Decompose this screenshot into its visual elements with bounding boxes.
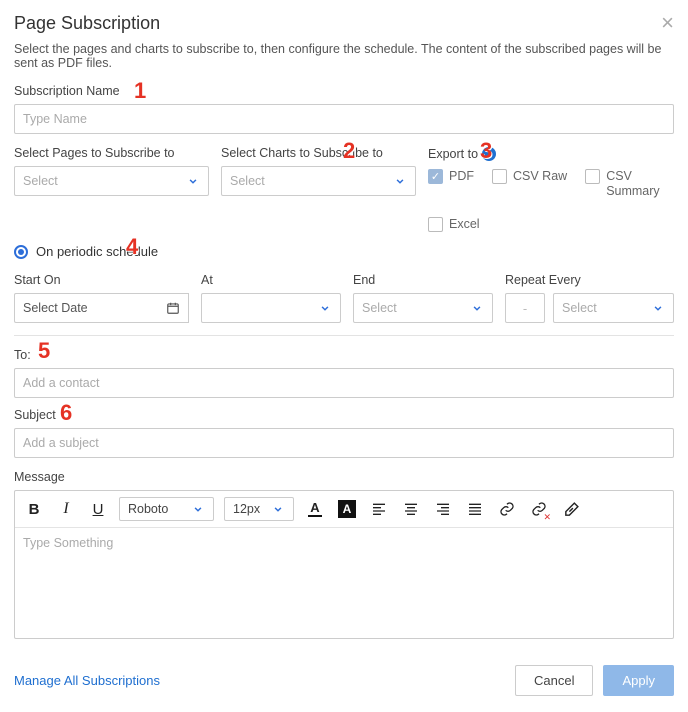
at-dropdown[interactable] <box>201 293 341 323</box>
manage-subscriptions-link[interactable]: Manage All Subscriptions <box>14 673 160 688</box>
unlink-button[interactable]: ✕ <box>528 498 550 520</box>
cancel-button[interactable]: Cancel <box>515 665 593 696</box>
end-dropdown[interactable]: Select <box>353 293 493 323</box>
select-pages-label: Select Pages to Subscribe to <box>14 146 209 160</box>
select-charts-placeholder: Select <box>230 174 265 188</box>
modal-title: Page Subscription <box>14 13 160 34</box>
checkmark-icon: ✓ <box>428 169 443 184</box>
subject-input[interactable] <box>14 428 674 458</box>
eraser-button[interactable] <box>560 498 582 520</box>
link-button[interactable] <box>496 498 518 520</box>
chevron-down-icon <box>186 174 200 188</box>
divider <box>14 335 674 336</box>
select-charts-label: Select Charts to Subscribe to <box>221 146 416 160</box>
chevron-down-icon <box>271 502 285 516</box>
bold-button[interactable]: B <box>23 498 45 520</box>
align-right-button[interactable] <box>432 498 454 520</box>
italic-button[interactable]: I <box>55 498 77 520</box>
repeat-every-label: Repeat Every <box>505 273 674 287</box>
chevron-down-icon <box>191 502 205 516</box>
subscription-name-label: Subscription Name <box>14 84 674 98</box>
message-label: Message <box>14 470 674 484</box>
subject-label: Subject <box>14 408 674 422</box>
to-label: To: <box>14 348 674 362</box>
start-on-label: Start On <box>14 273 189 287</box>
chevron-down-icon <box>470 301 484 315</box>
font-family-select[interactable]: Roboto <box>119 497 214 521</box>
repeat-unit-dropdown[interactable]: Select <box>553 293 674 323</box>
end-label: End <box>353 273 493 287</box>
export-excel-checkbox[interactable]: Excel <box>428 217 480 232</box>
repeat-count-input[interactable]: - <box>505 293 545 323</box>
close-icon[interactable]: × <box>661 12 674 34</box>
start-on-placeholder: Select Date <box>23 301 88 315</box>
info-icon[interactable]: i <box>482 147 496 161</box>
chevron-down-icon <box>393 174 407 188</box>
align-center-button[interactable] <box>400 498 422 520</box>
editor-toolbar: B I U Roboto 12px A A <box>15 491 673 528</box>
export-pdf-checkbox[interactable]: ✓ PDF <box>428 169 474 184</box>
periodic-schedule-radio[interactable] <box>14 245 28 259</box>
message-editor: B I U Roboto 12px A A <box>14 490 674 639</box>
to-input[interactable] <box>14 368 674 398</box>
chevron-down-icon <box>651 301 665 315</box>
at-label: At <box>201 273 341 287</box>
font-size-select[interactable]: 12px <box>224 497 294 521</box>
end-placeholder: Select <box>362 301 397 315</box>
text-color-button[interactable]: A <box>304 498 326 520</box>
select-charts-dropdown[interactable]: Select <box>221 166 416 196</box>
align-justify-button[interactable] <box>464 498 486 520</box>
periodic-schedule-label: On periodic schedule <box>36 244 158 259</box>
modal-subtitle: Select the pages and charts to subscribe… <box>14 42 674 70</box>
repeat-placeholder: Select <box>562 301 597 315</box>
calendar-icon[interactable] <box>157 293 189 323</box>
select-pages-placeholder: Select <box>23 174 58 188</box>
subscription-name-input[interactable] <box>14 104 674 134</box>
message-textarea[interactable]: Type Something <box>15 528 673 638</box>
start-on-date-input[interactable]: Select Date <box>14 293 157 323</box>
page-subscription-modal: Page Subscription × Select the pages and… <box>0 0 688 712</box>
text-highlight-button[interactable]: A <box>336 498 358 520</box>
align-left-button[interactable] <box>368 498 390 520</box>
underline-button[interactable]: U <box>87 498 109 520</box>
select-pages-dropdown[interactable]: Select <box>14 166 209 196</box>
apply-button[interactable]: Apply <box>603 665 674 696</box>
export-csvsummary-checkbox[interactable]: CSV Summary <box>585 169 666 199</box>
export-to-label: Export to i <box>428 147 496 161</box>
chevron-down-icon <box>318 301 332 315</box>
export-csvraw-checkbox[interactable]: CSV Raw <box>492 169 567 184</box>
